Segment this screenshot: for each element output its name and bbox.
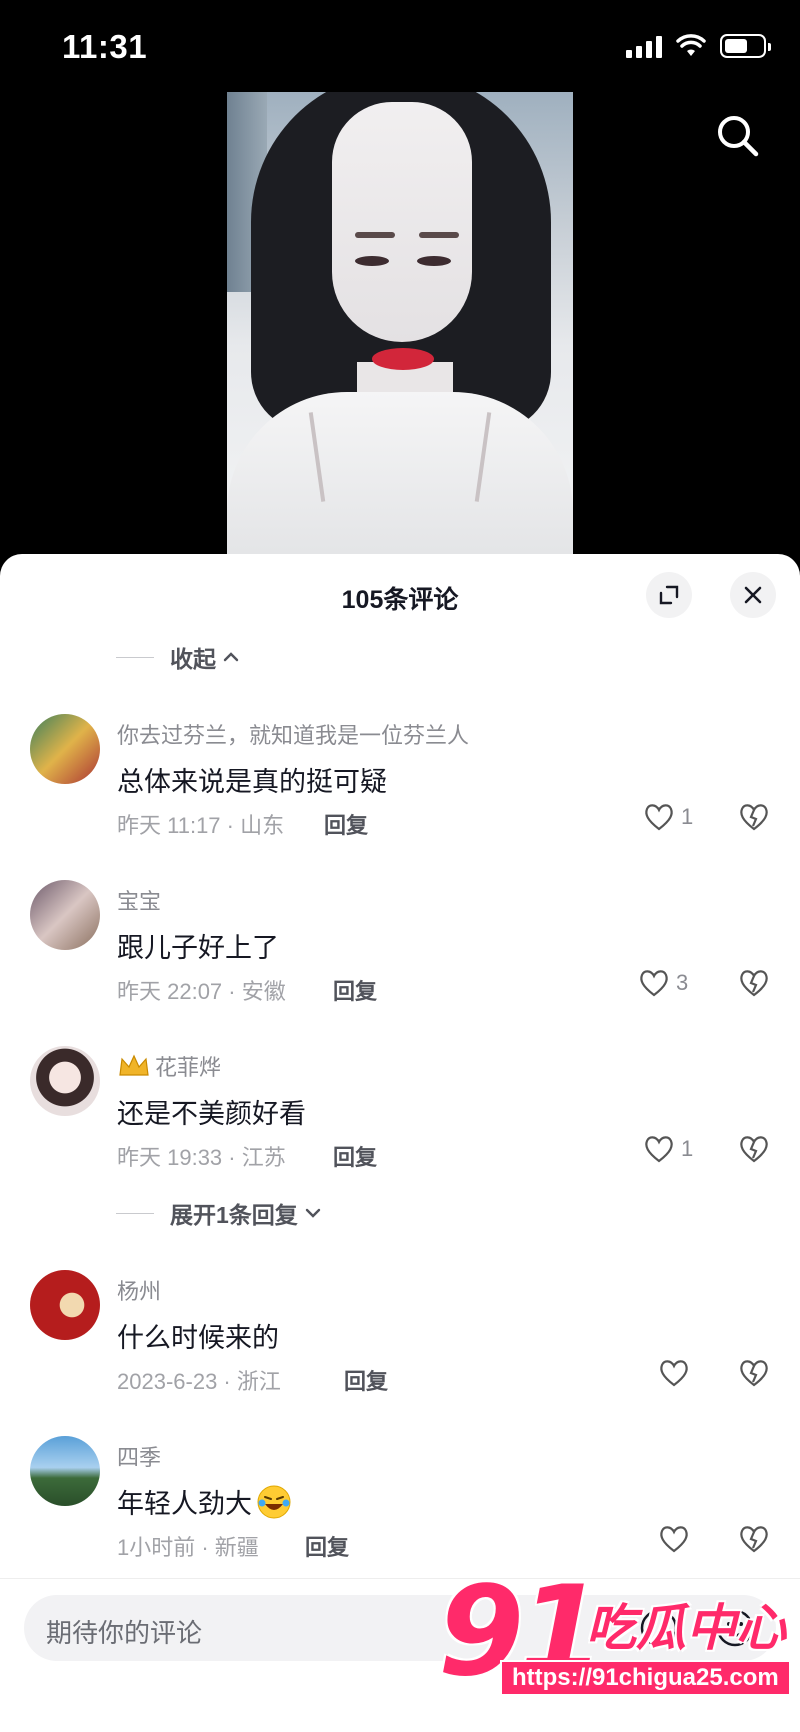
broken-heart-icon: [740, 1136, 768, 1163]
avatar[interactable]: [30, 1436, 100, 1506]
search-icon[interactable]: [712, 110, 764, 162]
reply-button[interactable]: 回复: [333, 974, 377, 1006]
heart-icon: [660, 1360, 688, 1387]
comment-time-location: 昨天 22:07 · 安徽: [117, 979, 286, 1004]
avatar[interactable]: [30, 714, 100, 784]
reply-button[interactable]: 回复: [305, 1530, 349, 1562]
heart-icon: [640, 970, 668, 997]
broken-heart-icon: [740, 1526, 768, 1553]
chevron-up-icon: [223, 652, 239, 662]
reply-button[interactable]: 回复: [324, 808, 368, 840]
expand-replies-button[interactable]: 展开1条回复: [116, 1196, 322, 1230]
comment-sheet: 105条评论 收起 你去过芬兰，就知道我是一位芬兰人 总体来说是真的挺可疑 昨天…: [0, 554, 800, 1732]
dislike-button[interactable]: [738, 1134, 770, 1169]
broken-heart-icon: [740, 804, 768, 831]
like-button[interactable]: 1: [643, 1134, 693, 1164]
close-button[interactable]: [730, 572, 776, 618]
comment-username[interactable]: 杨州: [117, 1274, 161, 1306]
dislike-button[interactable]: [738, 1524, 770, 1559]
divider: [116, 656, 154, 658]
dislike-button[interactable]: [738, 802, 770, 837]
comment-username[interactable]: 四季: [117, 1440, 161, 1472]
like-button[interactable]: [658, 1524, 696, 1554]
crown-icon: [119, 1054, 149, 1076]
avatar[interactable]: [30, 880, 100, 950]
close-icon: [744, 586, 762, 604]
comment-text: 还是不美颜好看: [117, 1099, 306, 1129]
comment-item: 你去过芬兰，就知道我是一位芬兰人 总体来说是真的挺可疑 昨天 11:17 · 山…: [0, 714, 800, 864]
dislike-button[interactable]: [738, 968, 770, 1003]
video-player[interactable]: [227, 92, 573, 554]
like-button[interactable]: 3: [638, 968, 688, 998]
reply-button[interactable]: 回复: [344, 1364, 388, 1396]
collapse-label: 收起: [170, 646, 216, 672]
battery-icon: [720, 34, 771, 58]
comment-time-location: 1小时前 · 新疆: [117, 1535, 259, 1560]
divider: [116, 1212, 154, 1214]
expand-icon: [659, 585, 679, 605]
comment-input-placeholder: 期待你的评论: [46, 1618, 203, 1648]
heart-icon: [660, 1526, 688, 1553]
comment-time-location: 2023-6-23 · 浙江: [117, 1369, 281, 1394]
like-count: 3: [676, 970, 689, 995]
laughing-crying-emoji-icon: [257, 1485, 291, 1518]
status-icons: [626, 34, 771, 58]
comment-username-text: 花菲烨: [155, 1055, 222, 1080]
watermark-logo: 91 吃瓜中心 https://91chigua25.com: [438, 1560, 800, 1720]
signal-icon: [626, 34, 662, 58]
like-button[interactable]: 1: [643, 802, 693, 832]
dislike-button[interactable]: [738, 1358, 770, 1393]
expand-sheet-button[interactable]: [646, 572, 692, 618]
comment-text-content: 年轻人劲大: [117, 1489, 252, 1519]
comment-username[interactable]: 你去过芬兰，就知道我是一位芬兰人: [117, 718, 469, 750]
comment-item: 花菲烨 还是不美颜好看 昨天 19:33 · 江苏 回复 1: [0, 1046, 800, 1196]
collapse-replies-button[interactable]: 收起: [116, 640, 240, 674]
chevron-down-icon: [305, 1208, 320, 1218]
heart-icon: [645, 1136, 673, 1163]
watermark-brand: 吃瓜中心: [586, 1600, 786, 1656]
heart-icon: [645, 804, 673, 831]
broken-heart-icon: [740, 1360, 768, 1387]
comment-text: 跟儿子好上了: [117, 933, 279, 963]
broken-heart-icon: [740, 970, 768, 997]
comment-item: 宝宝 跟儿子好上了 昨天 22:07 · 安徽 回复 3: [0, 880, 800, 1030]
like-count: 1: [681, 1136, 694, 1161]
avatar[interactable]: [30, 1046, 100, 1116]
expand-label: 展开1条回复: [170, 1202, 298, 1228]
status-bar: 11:31: [0, 0, 800, 92]
comment-text: 什么时候来的: [117, 1323, 279, 1353]
comment-username[interactable]: 宝宝: [117, 884, 161, 916]
like-button[interactable]: [658, 1358, 696, 1388]
avatar[interactable]: [30, 1270, 100, 1340]
wifi-icon: [676, 34, 706, 56]
status-time: 11:31: [62, 28, 148, 65]
comment-text: 年轻人劲大: [117, 1482, 292, 1521]
reply-button[interactable]: 回复: [333, 1140, 377, 1172]
comment-item: 杨州 什么时候来的 2023-6-23 · 浙江 回复: [0, 1270, 800, 1420]
comment-text: 总体来说是真的挺可疑: [117, 767, 387, 797]
comment-time-location: 昨天 19:33 · 江苏: [117, 1145, 286, 1170]
comment-time-location: 昨天 11:17 · 山东: [117, 813, 285, 838]
watermark-url: https://91chigua25.com: [500, 1660, 791, 1696]
like-count: 1: [681, 804, 694, 829]
comment-username[interactable]: 花菲烨: [117, 1050, 221, 1082]
